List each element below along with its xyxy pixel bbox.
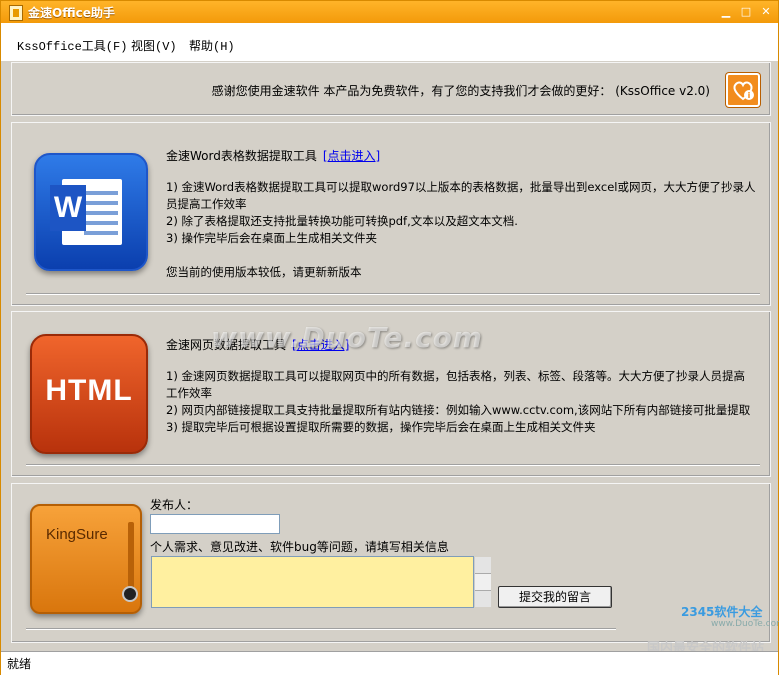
word-tool-panel: W 金速Word表格数据提取工具 [点击进入] 1) 金速Word表格数据提取工具… <box>11 122 771 306</box>
minimize-icon[interactable]: ▁ <box>717 4 735 20</box>
word-tool-link[interactable]: [点击进入] <box>323 149 380 163</box>
publisher-input[interactable] <box>150 514 280 534</box>
duote-watermark: www.DuoTe.com <box>211 321 483 354</box>
corner-brand: 2345软件大全 <box>681 605 763 619</box>
heart-info-icon[interactable]: i <box>726 73 760 107</box>
svg-text:i: i <box>748 91 751 100</box>
word-desc-line: 1) 金速Word表格数据提取工具可以提取word97以上版本的表格数据，批量导… <box>166 180 756 211</box>
divider <box>26 628 616 630</box>
html-icon[interactable]: HTML <box>30 334 148 454</box>
kingsure-book-icon: KingSure <box>30 504 142 614</box>
html-tool-description: 1) 金速网页数据提取工具可以提取网页中的所有数据，包括表格，列表、标签、段落等… <box>166 368 756 436</box>
status-text: 就绪 <box>7 657 32 671</box>
status-bar: 就绪 <box>1 651 778 675</box>
divider <box>26 293 760 295</box>
menu-bar: KssOffice工具(F) 视图(V) 帮助(H) <box>1 23 778 61</box>
app-icon <box>9 5 23 21</box>
menu-help[interactable]: 帮助(H) <box>189 37 235 54</box>
version-notice: 您当前的使用版本较低，请更新新版本 <box>166 265 362 279</box>
divider <box>26 464 760 466</box>
close-icon[interactable]: ✕ <box>757 4 775 20</box>
word-desc-line: 2) 除了表格提取还支持批量转换功能可转换pdf,文本以及超文本文档. <box>166 214 518 228</box>
thanks-text: 感谢您使用金速软件 本产品为免费软件，有了您的支持我们才会做的更好： (KssO… <box>211 84 710 98</box>
corner-url: www.DuoTe.com <box>711 619 779 629</box>
word-tool-name: 金速Word表格数据提取工具 <box>166 149 317 163</box>
message-scrollbar[interactable] <box>474 557 491 607</box>
html-desc-line: 1) 金速网页数据提取工具可以提取网页中的所有数据，包括表格，列表、标签、段落等… <box>166 369 745 400</box>
maximize-icon[interactable]: □ <box>737 4 755 20</box>
corner-watermark-logo: 2345软件大全 www.DuoTe.com 国内最安全的软件站 <box>641 601 779 656</box>
message-label: 个人需求、意见改进、软件bug等问题，请填写相关信息 <box>150 540 449 554</box>
html-desc-line: 3) 提取完毕后可根据设置提取所需要的数据，操作完毕后会在桌面上生成相关文件夹 <box>166 420 596 434</box>
html-icon-text: HTML <box>45 374 133 407</box>
app-window: 金速Office助手 ▁ □ ✕ KssOffice工具(F) 视图(V) 帮助… <box>0 0 779 675</box>
word-tool-title: 金速Word表格数据提取工具 [点击进入] <box>166 147 380 164</box>
submit-message-button[interactable]: 提交我的留言 <box>498 586 612 608</box>
word-tool-description: 1) 金速Word表格数据提取工具可以提取word97以上版本的表格数据，批量导… <box>166 179 756 281</box>
html-desc-line: 2) 网页内部链接提取工具支持批量提取所有站内链接：例如输入www.cctv.c… <box>166 403 751 417</box>
thanks-panel: 感谢您使用金速软件 本产品为免费软件，有了您的支持我们才会做的更好： (KssO… <box>11 62 771 116</box>
menu-view[interactable]: 视图(V) <box>131 37 177 54</box>
kingsure-label: KingSure <box>46 526 108 543</box>
menu-kssoffice-tools[interactable]: KssOffice工具(F) <box>17 37 127 54</box>
word-icon[interactable]: W <box>34 153 148 271</box>
publisher-label: 发布人： <box>150 498 199 512</box>
title-bar[interactable]: 金速Office助手 ▁ □ ✕ <box>1 1 778 23</box>
message-textarea[interactable] <box>151 556 474 608</box>
window-title: 金速Office助手 <box>28 6 115 20</box>
word-desc-line: 3) 操作完毕后会在桌面上生成相关文件夹 <box>166 231 377 245</box>
